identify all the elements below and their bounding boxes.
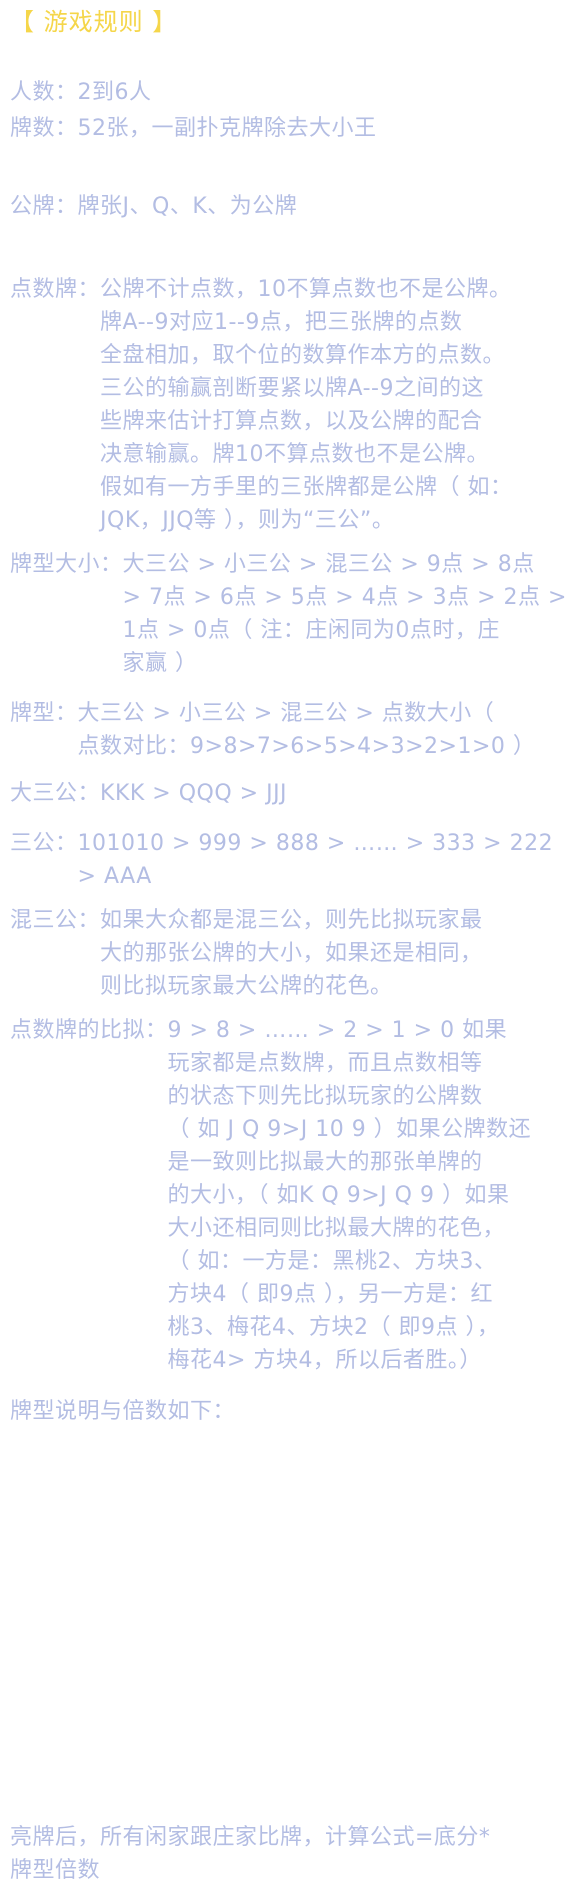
- face-cards-label: 公牌：: [10, 194, 78, 219]
- point-compare-text: 9 > 8 > …… > 2 > 1 > 0 如果 玩家都是点数牌，而且点数相等…: [167, 1018, 532, 1373]
- players-rule: 人数： 2到6人: [10, 76, 570, 109]
- point-compare-label: 点数牌的比拟：: [10, 1018, 168, 1043]
- hand-rank-text: 大三公 > 小三公 > 混三公 > 9点 > 8点 > 7点 > 6点 > 5点…: [122, 552, 567, 676]
- multiplier-header: 牌型说明与倍数如下：: [10, 1399, 236, 1424]
- mixed-sangong-label: 混三公：: [10, 908, 101, 933]
- cards-text: 52张，一副扑克牌除去大小王: [77, 116, 377, 141]
- mixed-sangong-rule: 混三公： 如果大众都是混三公，则先比拟玩家最 大的那张公牌的大小，如果还是相同，…: [10, 904, 570, 1003]
- cards-rule: 牌数： 52张，一副扑克牌除去大小王: [10, 112, 570, 145]
- page-title: 【 游戏规则 】: [10, 8, 178, 36]
- hand-rank-rule: 牌型大小： 大三公 > 小三公 > 混三公 > 9点 > 8点 > 7点 > 6…: [10, 548, 570, 680]
- big-sangong-text: KKK > QQQ > JJJ: [100, 781, 288, 806]
- point-cards-label: 点数牌：: [10, 277, 101, 302]
- big-sangong-rule: 大三公： KKK > QQQ > JJJ: [10, 777, 570, 810]
- hand-type-text: 大三公 > 小三公 > 混三公 > 点数大小（ 点数对比：9>8>7>6>5>4…: [77, 701, 536, 759]
- mixed-sangong-text: 如果大众都是混三公，则先比拟玩家最 大的那张公牌的大小，如果还是相同， 则比拟玩…: [100, 908, 483, 999]
- face-cards-text: 牌张J、Q、K、为公牌: [77, 194, 298, 219]
- sangong-label: 三公：: [10, 831, 78, 856]
- point-cards-text: 公牌不计点数，10不算点数也不是公牌。 牌A--9对应1--9点，把三张牌的点数…: [100, 277, 513, 533]
- hand-rank-label: 牌型大小：: [10, 552, 123, 577]
- players-text: 2到6人: [77, 80, 152, 105]
- point-compare-rule: 点数牌的比拟： 9 > 8 > …… > 2 > 1 > 0 如果 玩家都是点数…: [10, 1014, 570, 1377]
- sangong-rule: 三公： 101010 > 999 > 888 > …… > 333 > 222 …: [10, 827, 570, 893]
- hand-type-label: 牌型：: [10, 701, 78, 726]
- formula-text: 亮牌后，所有闲家跟庄家比牌，计算公式=底分* 牌型倍数: [10, 1825, 491, 1883]
- point-cards-rule: 点数牌： 公牌不计点数，10不算点数也不是公牌。 牌A--9对应1--9点，把三…: [10, 273, 570, 537]
- cards-label: 牌数：: [10, 116, 78, 141]
- face-cards-rule: 公牌： 牌张J、Q、K、为公牌: [10, 190, 570, 223]
- hand-type-rule: 牌型： 大三公 > 小三公 > 混三公 > 点数大小（ 点数对比：9>8>7>6…: [10, 697, 570, 763]
- players-label: 人数：: [10, 80, 78, 105]
- sangong-text: 101010 > 999 > 888 > …… > 333 > 222 > AA…: [77, 831, 554, 889]
- big-sangong-label: 大三公：: [10, 781, 101, 806]
